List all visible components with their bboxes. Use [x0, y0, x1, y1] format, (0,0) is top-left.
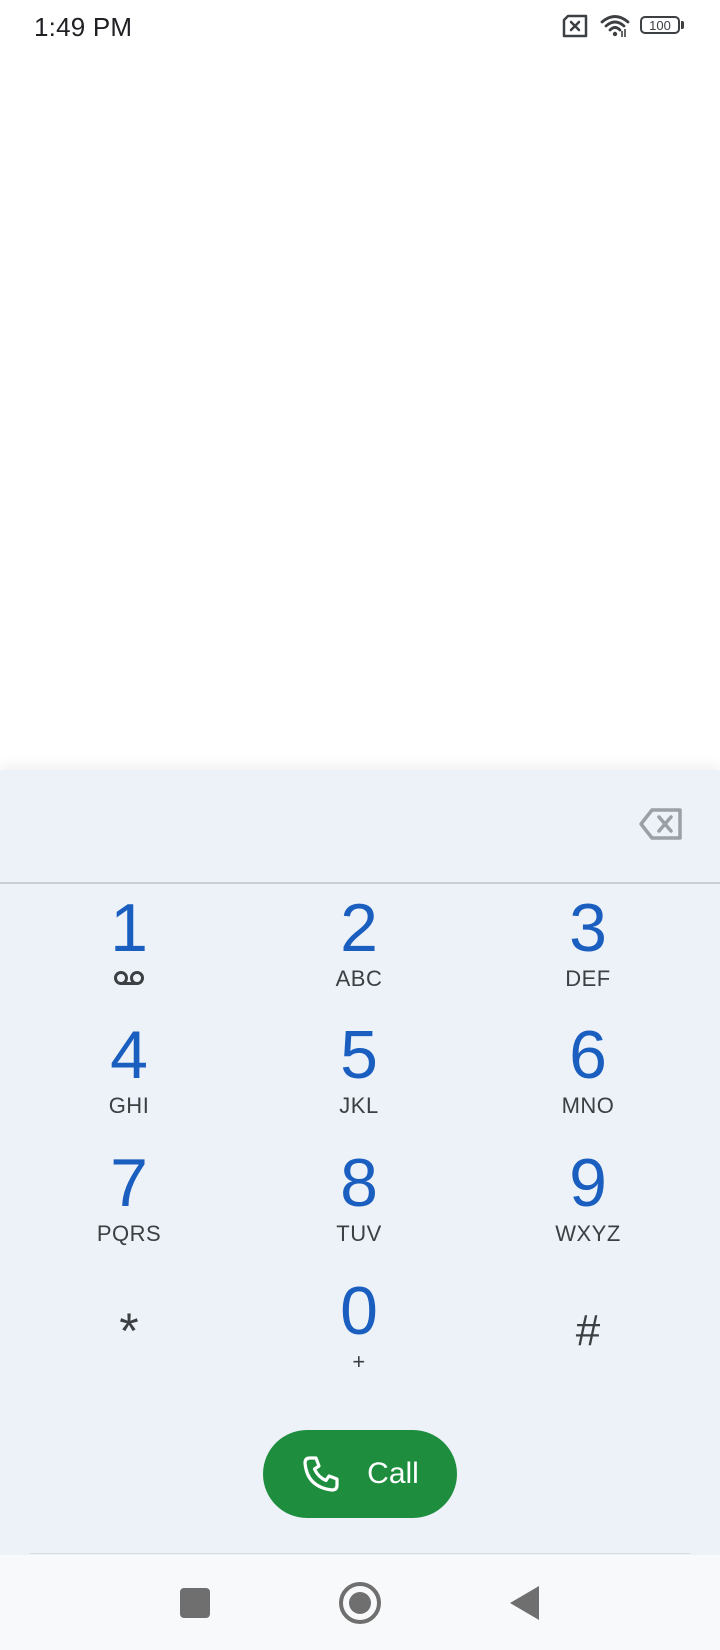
- key-letters: ABC: [335, 966, 383, 991]
- key-letters: DEF: [565, 966, 611, 991]
- recents-button[interactable]: [169, 1577, 221, 1629]
- key-7[interactable]: 7 PQRS: [29, 1147, 229, 1265]
- key-2[interactable]: 2 ABC: [259, 892, 459, 1010]
- home-button[interactable]: [334, 1577, 386, 1629]
- key-digit: 1: [110, 890, 148, 966]
- key-0[interactable]: 0 +: [259, 1275, 459, 1393]
- nav-divider: [30, 1553, 690, 1554]
- key-letters: MNO: [561, 1093, 615, 1118]
- backspace-icon: [639, 808, 682, 840]
- backspace-button[interactable]: [636, 804, 686, 844]
- no-sim-icon: [560, 14, 590, 38]
- key-letters: WXYZ: [555, 1221, 621, 1246]
- key-digit: 3: [569, 890, 607, 966]
- nav-bar: [0, 1555, 720, 1650]
- key-letters: TUV: [336, 1221, 382, 1246]
- status-bar: 1:49 PM 100: [0, 0, 720, 56]
- call-button[interactable]: Call: [263, 1430, 457, 1518]
- status-icons: 100: [560, 14, 684, 38]
- key-letters: GHI: [108, 1093, 150, 1118]
- back-triangle-icon: [510, 1586, 539, 1620]
- key-digit: 9: [569, 1145, 607, 1221]
- divider: [0, 882, 720, 884]
- key-pound[interactable]: #: [488, 1275, 688, 1393]
- battery-icon: 100: [640, 16, 684, 36]
- battery-level: 100: [640, 16, 680, 34]
- key-digit: 5: [340, 1017, 378, 1093]
- voicemail-icon: [114, 971, 144, 985]
- key-digit: 7: [110, 1145, 148, 1221]
- key-letters: +: [352, 1349, 366, 1374]
- key-5[interactable]: 5 JKL: [259, 1019, 459, 1137]
- status-time: 1:49 PM: [34, 12, 133, 42]
- key-star[interactable]: *: [29, 1275, 229, 1393]
- home-circle-icon: [339, 1582, 381, 1624]
- key-4[interactable]: 4 GHI: [29, 1019, 229, 1137]
- key-digit: 6: [569, 1017, 607, 1093]
- key-digit: 2: [340, 890, 378, 966]
- key-8[interactable]: 8 TUV: [259, 1147, 459, 1265]
- key-symbol: *: [119, 1303, 139, 1359]
- recents-square-icon: [180, 1588, 210, 1618]
- digits-input[interactable]: [30, 796, 614, 854]
- content-area: [0, 56, 720, 756]
- dialpad-sheet: 1 2 ABC 3 DEF 4 GHI 5 JKL 6 MNO 7 PQRS 8…: [0, 770, 720, 1555]
- digits-field: [0, 770, 720, 882]
- key-letters: JKL: [339, 1093, 379, 1118]
- key-letters: PQRS: [96, 1221, 162, 1246]
- key-digit: 8: [340, 1145, 378, 1221]
- key-3[interactable]: 3 DEF: [488, 892, 688, 1010]
- key-6[interactable]: 6 MNO: [488, 1019, 688, 1137]
- key-1[interactable]: 1: [29, 892, 229, 1010]
- key-symbol: #: [575, 1306, 601, 1355]
- back-button[interactable]: [499, 1577, 551, 1629]
- key-digit: 0: [340, 1273, 378, 1349]
- call-button-label: Call: [367, 1457, 419, 1490]
- phone-icon: [303, 1456, 339, 1492]
- wifi-icon: [600, 14, 630, 38]
- key-9[interactable]: 9 WXYZ: [488, 1147, 688, 1265]
- key-digit: 4: [110, 1017, 148, 1093]
